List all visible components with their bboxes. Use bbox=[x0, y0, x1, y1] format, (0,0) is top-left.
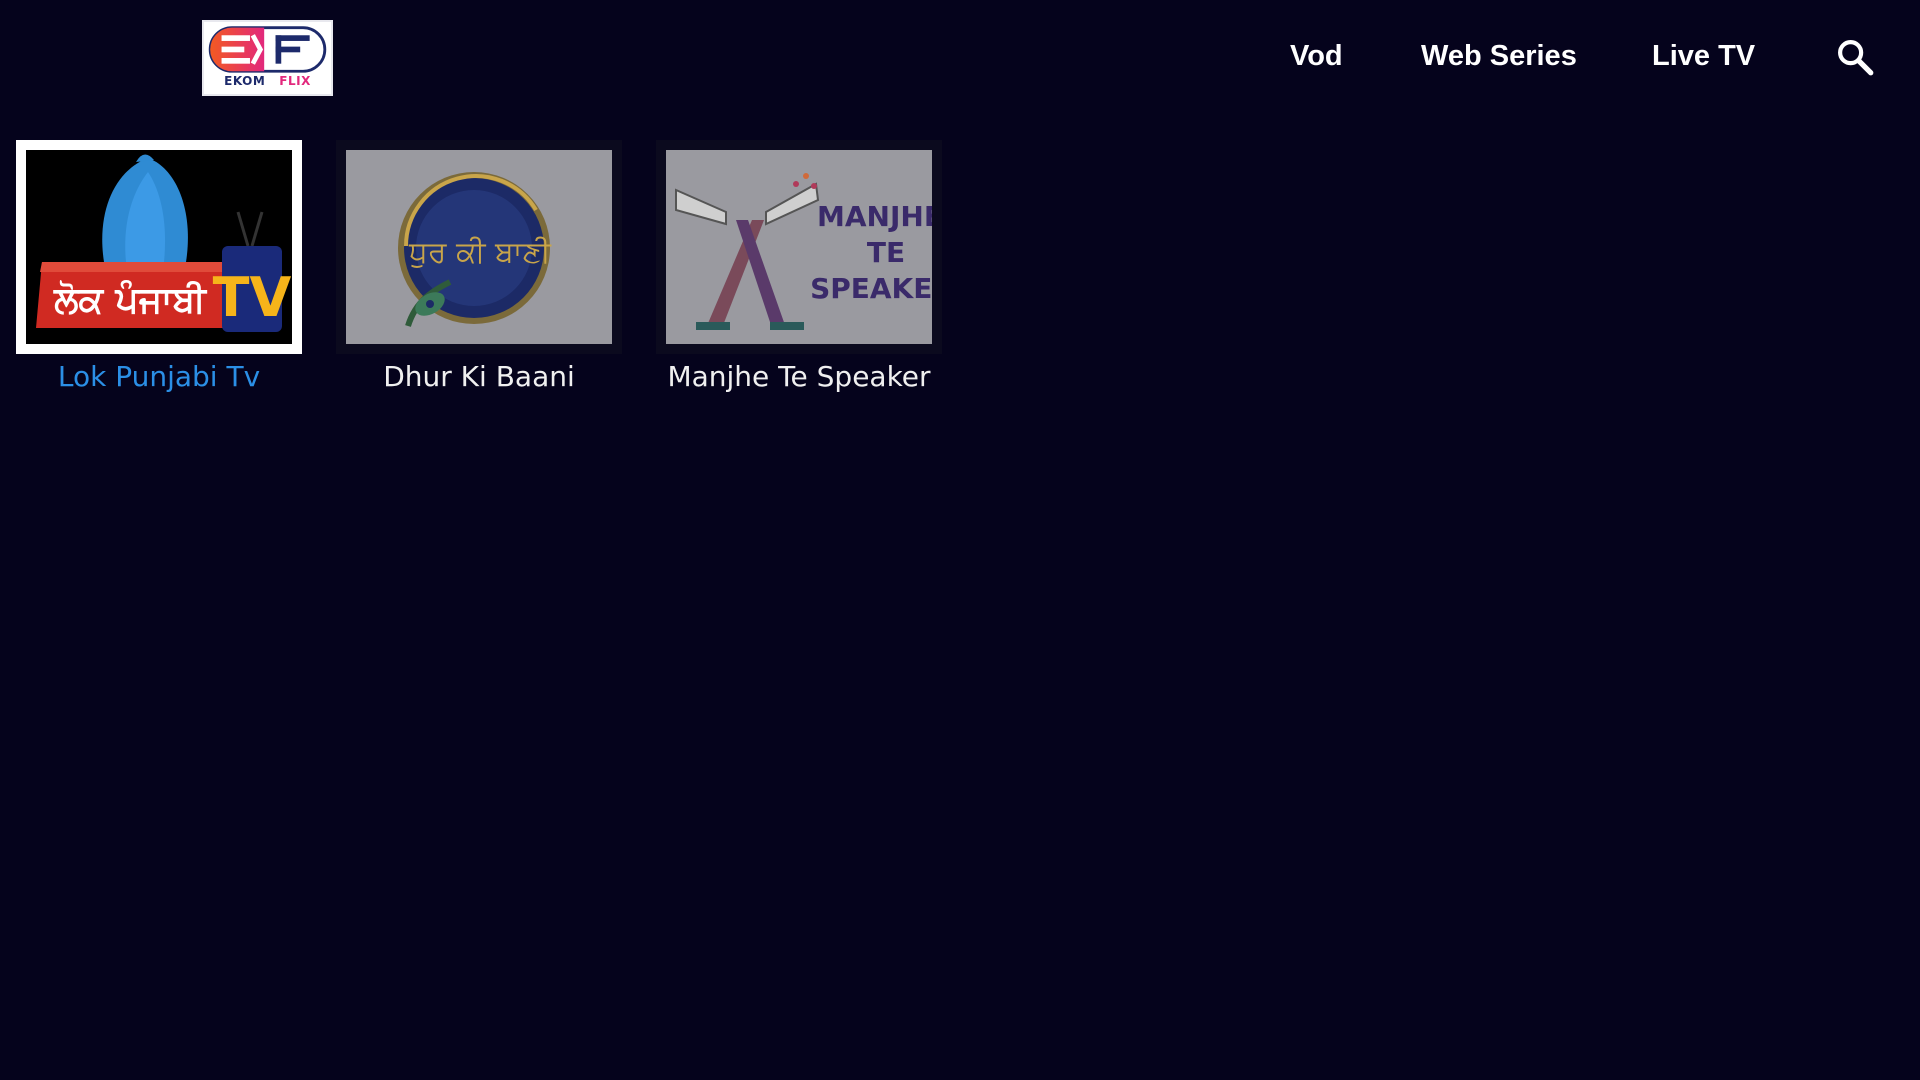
channel-title: Dhur Ki Baani bbox=[383, 360, 575, 393]
thumb-caption-line3: SPEAKER bbox=[810, 272, 932, 305]
channel-title: Lok Punjabi Tv bbox=[57, 360, 261, 393]
search-button[interactable] bbox=[1834, 36, 1876, 78]
logo-word-ekom: EKOM bbox=[224, 74, 266, 88]
channel-card-dhur-ki-baani[interactable]: ਧੁਰ ਕੀ ਬਾਣੀ Dhur Ki Baani bbox=[336, 140, 622, 393]
card-frame: MANJHE TE SPEAKER bbox=[656, 140, 942, 354]
svg-text:TV: TV bbox=[213, 266, 292, 329]
thumb-caption-line1: MANJHE bbox=[817, 200, 932, 233]
app-root: EKOM FLIX Vod Web Series Live TV TV ਲੋਕ … bbox=[0, 0, 1920, 1080]
logo-word-flix: FLIX bbox=[279, 74, 311, 88]
thumb-caption-line2: TE bbox=[867, 236, 905, 269]
channel-thumbnail: MANJHE TE SPEAKER bbox=[666, 150, 932, 344]
thumb-caption: ਲੋਕ ਪੰਜਾਬੀ bbox=[53, 279, 208, 321]
nav-item-vod[interactable]: Vod bbox=[1290, 36, 1343, 76]
channel-card-manjhe-te-speaker[interactable]: MANJHE TE SPEAKER Manjhe Te Speaker bbox=[656, 140, 942, 393]
lok-punjabi-tv-logo: TV ਲੋਕ ਪੰਜਾਬੀ bbox=[26, 150, 292, 344]
channel-thumbnail: TV ਲੋਕ ਪੰਜਾਬੀ bbox=[26, 150, 292, 344]
manjhe-te-speaker-logo: MANJHE TE SPEAKER bbox=[666, 150, 932, 344]
ekom-flix-logo[interactable]: EKOM FLIX bbox=[202, 20, 333, 96]
thumb-caption: ਧੁਰ ਕੀ ਬਾਣੀ bbox=[408, 235, 552, 270]
channel-title: Manjhe Te Speaker bbox=[667, 360, 931, 393]
nav-item-live-tv[interactable]: Live TV bbox=[1652, 36, 1755, 76]
nav-item-web-series[interactable]: Web Series bbox=[1421, 36, 1577, 76]
search-icon bbox=[1838, 40, 1874, 76]
dhur-ki-baani-logo: ਧੁਰ ਕੀ ਬਾਣੀ bbox=[346, 150, 612, 344]
channel-thumbnail: ਧੁਰ ਕੀ ਬਾਣੀ bbox=[346, 150, 612, 344]
card-focus-frame: TV ਲੋਕ ਪੰਜਾਬੀ bbox=[16, 140, 302, 354]
channel-card-lok-punjabi-tv[interactable]: TV ਲੋਕ ਪੰਜਾਬੀ Lok Punjabi Tv bbox=[16, 140, 302, 393]
logo-wordmark: EKOM FLIX bbox=[204, 74, 331, 88]
card-frame: ਧੁਰ ਕੀ ਬਾਣੀ bbox=[336, 140, 622, 354]
